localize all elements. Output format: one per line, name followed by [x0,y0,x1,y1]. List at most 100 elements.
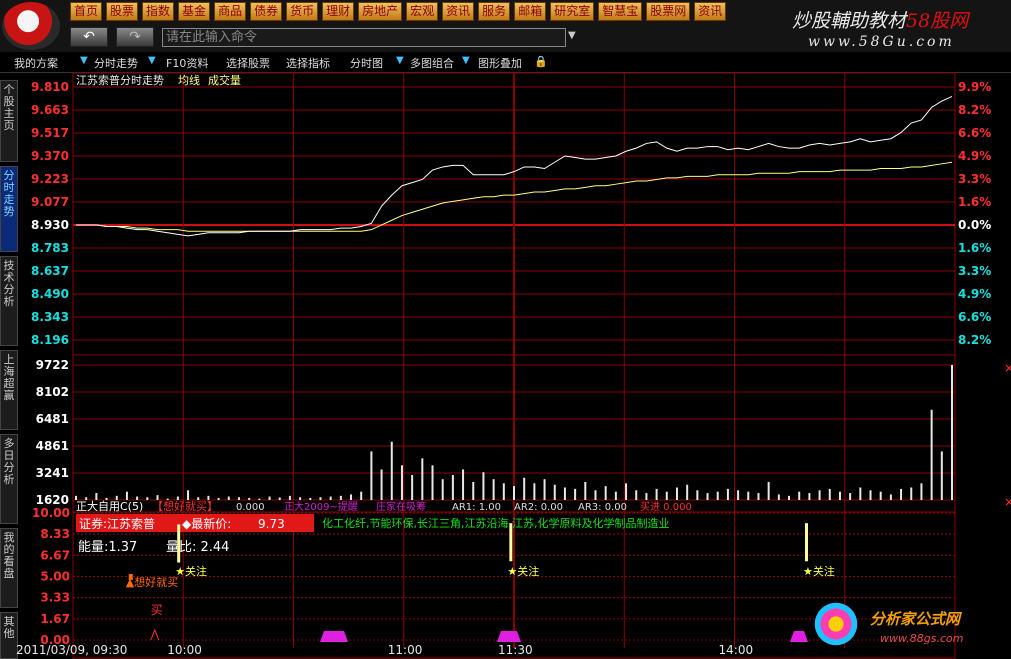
indicator-name-2: 正大2009~提醒 [284,500,358,513]
signal-block [790,631,808,642]
volume-bar [329,496,332,500]
volume-bar [146,497,149,500]
volume-bar [472,481,475,500]
volume-bar [431,465,434,500]
volume-bar [798,491,801,500]
volume-bar [268,496,271,500]
price-tick-label: 8.196 [31,333,69,347]
buy-label: 买 [151,603,163,617]
sector-list: 化工化纤,节能环保,长江三角,江苏沿海,江苏,化学原料及化学制品制造业 [322,516,669,530]
volume-bar [482,472,485,500]
indicator-ar1: AR1: 1.00 [452,502,501,513]
price-tick-label: 8.637 [31,264,69,278]
time-label: 10:00 [167,643,202,657]
percent-tick-label: 4.9% [958,287,991,301]
indicator-tick-label: 3.33 [40,591,70,605]
info-box-ratio: 量比: 2.44 [166,540,229,555]
info-box-stock: 证券:江苏索普 [79,516,155,531]
volume-bar [828,488,831,500]
volume-bar [533,483,536,500]
percent-tick-label: 8.2% [958,333,991,347]
volume-bar [187,490,190,500]
volume-bar [655,488,658,500]
volume-bar [645,493,648,500]
volume-bar [737,490,740,500]
volume-bar [777,494,780,500]
watermark-bottom-name: 分析家公式网 [870,610,961,628]
volume-bar [370,451,373,500]
indicator-tick-label: 1.67 [40,612,70,626]
time-label: 11:30 [498,643,533,657]
watermark-bottom-url: www.88gs.com [880,632,964,645]
volume-bar [889,494,892,500]
volume-bar [604,486,607,500]
volume-bar [951,365,953,500]
volume-bar [818,490,821,500]
price-tick-label: 9.810 [31,80,69,94]
volume-tick-label: 8102 [36,385,69,399]
volume-bar [278,497,281,500]
intraday-chart[interactable]: 9.810 9.663 9.517 9.370 9.223 9.077 8.930 8.783… [0,0,1011,659]
volume-bar [299,497,302,500]
volume-bar [859,487,862,500]
volume-bar [757,493,760,500]
indicator-buy: 买进 0.000 [640,501,692,513]
price-tick-label: 8.490 [31,287,69,301]
volume-bar [910,487,913,500]
volume-bar [940,451,943,500]
volume-bar [380,469,383,500]
watch-label: ★关注 [803,564,835,578]
volume-bar [788,495,791,500]
volume-bar [441,479,444,500]
chart-title: 江苏索普分时走势 [76,73,164,87]
price-tick-label: 9.223 [31,172,69,186]
watch-bar [509,523,513,562]
volume-bar [767,481,770,500]
volume-bar [930,409,933,500]
volume-bar [360,491,363,500]
time-label: 14:00 [719,643,754,657]
time-label: 2011/03/09, 09:30 [16,643,127,657]
percent-tick-label: 9.9% [958,80,991,94]
volume-bar [665,491,668,500]
percent-tick-label: 8.2% [958,103,991,117]
volume-bar [543,479,546,500]
signal-block [497,631,521,642]
volume-bar [747,491,750,500]
indicator-value: 0.000 [236,502,265,513]
volume-bar [227,496,230,500]
info-box-energy: 能量:1.37 [78,540,137,555]
volume-bar [563,487,566,500]
volume-bar [502,483,505,500]
watch-label: ★关注 [175,564,207,578]
indicator-tag-2: 庄家在吸筹 [376,500,426,513]
indicator-tick-label: 10.00 [32,506,70,520]
want-buy-label: ▲想好就买 [126,575,178,589]
volume-bar [492,479,495,500]
volume-bar [594,490,597,500]
indicator-ar3: AR3: 0.00 [578,502,627,513]
indicator-name: 正大自用C(5) [76,499,143,513]
volume-bar [584,481,587,500]
volume-legend: 成交量 [208,73,241,87]
volume-bar [125,491,128,500]
volume-bar [635,490,638,500]
percent-tick-label: 3.3% [958,172,991,186]
volume-tick-label: 1620 [36,493,69,507]
volume-bar [838,491,841,500]
indicator-ar2: AR2: 0.00 [514,502,563,513]
volume-bar [716,491,719,500]
price-tick-label: 9.077 [31,195,69,209]
volume-bar [421,458,424,500]
watermark-flower-logo [812,600,860,648]
volume-bar [411,475,414,500]
price-tick-label: 9.370 [31,149,69,163]
avg-line-legend: 均线 [178,73,200,87]
volume-bar [288,495,291,500]
volume-bar [574,488,577,500]
volume-bar [309,497,312,500]
percent-tick-label: 4.9% [958,149,991,163]
percent-tick-label: 1.6% [958,241,991,255]
volume-bar [675,487,678,500]
indicator-tick-label: 6.67 [40,548,70,562]
